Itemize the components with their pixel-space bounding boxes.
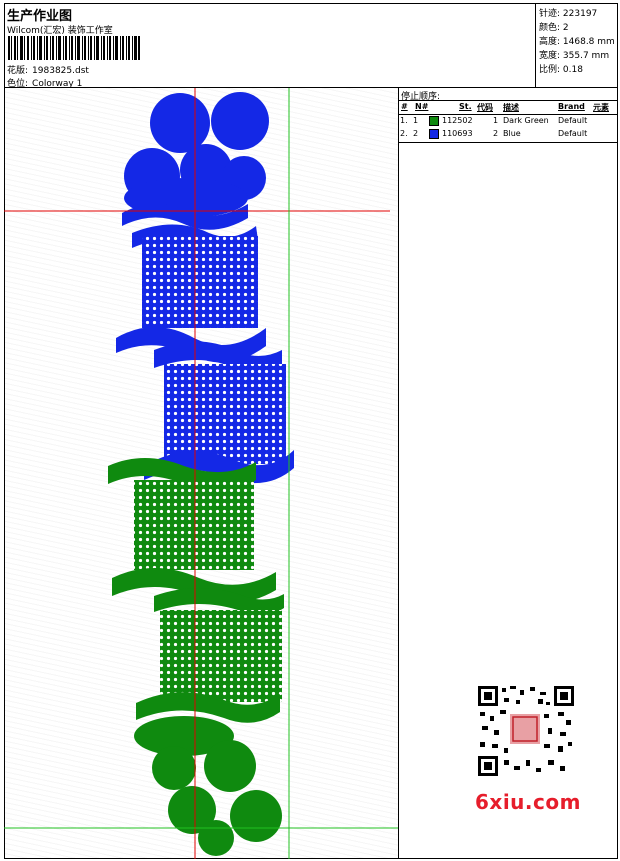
design-file-label: 花版: (7, 66, 29, 76)
green-stitch-region (108, 458, 284, 856)
watermark-logo: 6xiu.com (475, 790, 581, 814)
design-file-value: 1983825.dst (32, 66, 89, 76)
stops-title-divider (399, 100, 618, 101)
blue-stitch-region (116, 92, 294, 484)
qr-code-icon (478, 686, 574, 776)
design-scale: 比例: 0.18 (539, 65, 583, 75)
color-swatch-green (429, 116, 439, 126)
col-header-stitches: St. (459, 102, 472, 111)
design-height: 高度: 1468.8 mm (539, 37, 615, 47)
studio-name: Wilcom(汇宏) 装饰工作室 (7, 26, 113, 36)
color-count: 颜色: 2 (539, 23, 569, 33)
design-file-line: 花版: 1983825.dst (7, 63, 89, 76)
col-header-n: N# (415, 102, 429, 111)
col-header-desc: 描述 (503, 103, 519, 112)
stops-header-divider (399, 114, 618, 115)
col-header-element: 元素 (593, 103, 609, 112)
design-info-panel: 针迹: 223197 颜色: 2 高度: 1468.8 mm 宽度: 355.7… (535, 3, 619, 87)
embroidery-preview (4, 88, 398, 859)
color-swatch-blue (429, 129, 439, 139)
stop-sequence-panel: 停止顺序: # N# St. 代码 描述 Brand 元素 1. 1 11250… (399, 88, 618, 143)
barcode (8, 36, 140, 60)
col-header-num: # (401, 102, 408, 111)
design-canvas (4, 88, 399, 859)
col-header-code: 代码 (477, 103, 493, 112)
design-width: 宽度: 355.7 mm (539, 51, 610, 61)
page-title: 生产作业图 (7, 9, 73, 24)
watermark-qr (470, 682, 582, 778)
stitch-count: 针迹: 223197 (539, 9, 598, 19)
col-header-brand: Brand (558, 102, 585, 111)
seal-stamp-icon (510, 714, 540, 744)
